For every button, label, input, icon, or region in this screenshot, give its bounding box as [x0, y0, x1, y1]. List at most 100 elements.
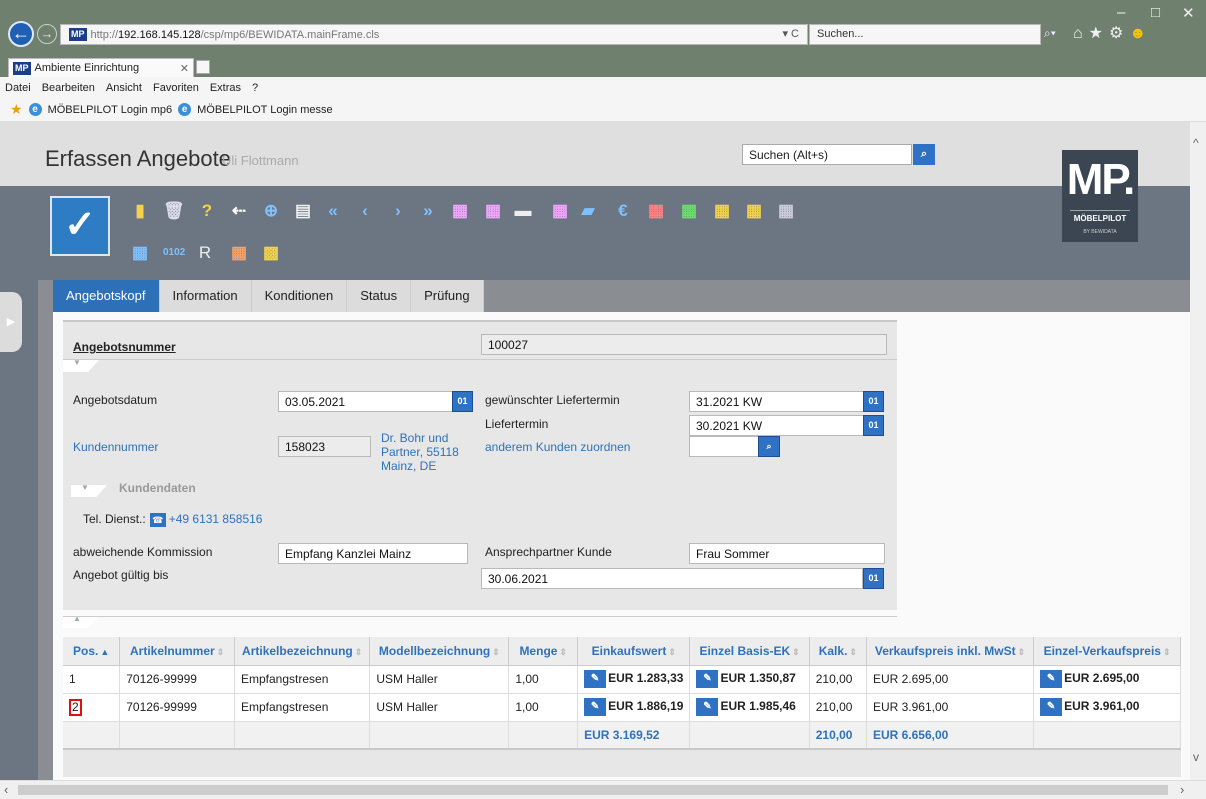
document-search-icon[interactable]: ▦ [483, 200, 503, 222]
menu-bearbeiten[interactable]: Bearbeiten [42, 82, 95, 94]
collapse-positions-toggle[interactable]: ▲ [63, 616, 99, 628]
edit-value-icon[interactable]: ✎ [584, 670, 607, 688]
menu-extras[interactable]: Extras [210, 82, 241, 94]
print-icon[interactable]: ▤ [293, 200, 313, 222]
document-list-icon[interactable]: ▦ [550, 200, 570, 222]
document-note-icon[interactable]: ▦ [744, 200, 764, 222]
menu-datei[interactable]: Datei [5, 82, 31, 94]
document-edit-icon[interactable]: ▦ [450, 200, 470, 222]
edit-value-icon[interactable]: ✎ [584, 698, 607, 716]
side-panel-toggle-icon[interactable]: ▶ [0, 292, 22, 352]
euro-invoice-icon[interactable]: € [613, 200, 633, 222]
anderer-kunde-search-icon[interactable]: ⌕ [758, 436, 780, 457]
collapse-header-toggle[interactable]: ▼ [63, 360, 99, 372]
edit-value-icon[interactable]: ✎ [696, 670, 719, 688]
menu-help[interactable]: ? [252, 82, 258, 94]
liefertermin-calendar-icon[interactable]: 01 [863, 415, 884, 436]
scroll-down-icon[interactable]: v [1193, 750, 1199, 764]
delete-trash-icon[interactable]: 🗑 [163, 200, 185, 222]
vertical-scrollbar[interactable]: ^ v [1190, 122, 1206, 780]
address-bar[interactable]: MP http://192.168.145.128/csp/mp6/BEWIDA… [60, 24, 808, 45]
home-icon[interactable]: ⌂ [1073, 25, 1089, 42]
wunsch-liefertermin-field[interactable]: 31.2021 KW [689, 391, 864, 412]
anderer-kunde-link[interactable]: anderem Kunden zuordnen [485, 440, 630, 454]
ansprechpartner-field[interactable]: Frau Sommer [689, 543, 885, 564]
favorites-star-icon[interactable]: ★ [1089, 25, 1109, 42]
scroll-left-icon[interactable]: ‹ [4, 782, 8, 797]
search-icon[interactable]: ⌕▾ [1044, 26, 1056, 41]
tab-angebotskopf[interactable]: Angebotskopf [53, 280, 160, 312]
scroll-up-icon[interactable]: ^ [1193, 136, 1199, 150]
angebotsdatum-field[interactable]: 03.05.2021 [278, 391, 453, 412]
col-einkaufswert[interactable]: Einkaufswert ⇕ [577, 637, 691, 666]
document-lock-icon[interactable]: ▦ [130, 242, 150, 264]
selected-pos-marker[interactable]: 2 [69, 698, 82, 716]
kunde-address-link[interactable]: Dr. Bohr und Partner, 55118 Mainz, DE [381, 431, 459, 473]
truck-delivery-icon[interactable]: ▰ [578, 200, 598, 222]
scroll-right-icon[interactable]: › [1180, 782, 1184, 797]
tab-pruefung[interactable]: Prüfung [411, 280, 484, 312]
col-menge[interactable]: Menge ⇕ [508, 637, 579, 666]
col-modellbezeichnung[interactable]: Modellbezeichnung ⇕ [369, 637, 510, 666]
gueltig-calendar-icon[interactable]: 01 [863, 568, 884, 589]
col-einzel-vk[interactable]: Einzel-Verkaufspreis ⇕ [1033, 637, 1181, 666]
app-search-button[interactable]: ⌕ [913, 144, 935, 165]
col-basis-ek[interactable]: Einzel Basis-EK ⇕ [689, 637, 810, 666]
close-window-icon[interactable]: ✕ [1182, 4, 1195, 22]
document-hand-icon[interactable]: ▦ [229, 242, 249, 264]
gueltig-field[interactable]: 30.06.2021 [481, 568, 863, 589]
document-card-icon[interactable]: ▬ [513, 200, 533, 222]
anderer-kunde-input[interactable] [689, 436, 759, 457]
col-vk-inkl[interactable]: Verkaufspreis inkl. MwSt ⇕ [866, 637, 1035, 666]
feedback-smiley-icon[interactable]: ☻ [1129, 25, 1152, 42]
edit-value-icon[interactable]: ✎ [1040, 698, 1063, 716]
undo-back-icon[interactable]: ⇠ [229, 200, 249, 222]
refresh-icon[interactable]: ▾ C [782, 27, 799, 40]
favorites-star-icon[interactable]: ★ [10, 101, 23, 118]
kommission-field[interactable]: Empfang Kanzlei Mainz [278, 543, 468, 564]
angebotsdatum-calendar-icon[interactable]: 01 [452, 391, 473, 412]
wunsch-liefertermin-calendar-icon[interactable]: 01 [863, 391, 884, 412]
favorite-link-mp6[interactable]: MÖBELPILOT Login mp6 [48, 104, 173, 116]
table-row[interactable]: 2 70126-99999 Empfangstresen USM Haller … [63, 693, 1181, 722]
last-record-icon[interactable]: » [418, 200, 438, 222]
tab-information[interactable]: Information [159, 280, 252, 312]
browser-tab[interactable]: MP Ambiente Einrichtung ✕ [8, 58, 194, 77]
col-kalk[interactable]: Kalk. ⇕ [809, 637, 867, 666]
favorite-link-messe[interactable]: MÖBELPILOT Login messe [197, 104, 333, 116]
first-record-icon[interactable]: « [323, 200, 343, 222]
col-artikelnummer[interactable]: Artikelnummer ⇕ [119, 637, 235, 666]
tab-konditionen[interactable]: Konditionen [251, 280, 348, 312]
gear-icon[interactable]: ⚙ [1109, 25, 1129, 42]
minimize-icon[interactable]: – [1117, 4, 1125, 21]
document-folder-icon[interactable]: ▦ [712, 200, 732, 222]
kundennummer-link[interactable]: Kundennummer [73, 440, 158, 454]
document-settings-icon[interactable]: ▦ [776, 200, 796, 222]
browser-search-input[interactable]: Suchen... [809, 24, 1041, 45]
translate-icon[interactable]: ▩ [261, 242, 281, 264]
edit-value-icon[interactable]: ✎ [1040, 670, 1063, 688]
table-row[interactable]: 1 70126-99999 Empfangstresen USM Haller … [63, 665, 1181, 694]
tab-close-icon[interactable]: ✕ [180, 62, 189, 75]
menu-ansicht[interactable]: Ansicht [106, 82, 142, 94]
back-arrow-icon[interactable]: ← [8, 21, 34, 47]
edit-value-icon[interactable]: ✎ [696, 698, 719, 716]
liefertermin-field[interactable]: 30.2021 KW [689, 415, 864, 436]
help-icon[interactable]: ? [197, 200, 217, 222]
forward-arrow-icon[interactable]: → [37, 24, 57, 44]
document-add-icon[interactable]: ▦ [679, 200, 699, 222]
col-pos[interactable]: Pos. ▲ [63, 637, 121, 666]
next-record-icon[interactable]: › [388, 200, 408, 222]
confirm-check-button[interactable]: ✓ [50, 196, 110, 256]
calendar-number-icon[interactable]: 0102 [163, 242, 185, 264]
tab-status[interactable]: Status [347, 280, 412, 312]
tel-link[interactable]: +49 6131 858516 [169, 512, 263, 526]
r-toolbar-button[interactable]: R [195, 242, 215, 264]
horizontal-scrollbar[interactable]: ‹ › [0, 780, 1206, 799]
open-folder-icon[interactable]: ▮ [130, 200, 150, 222]
search-record-icon[interactable]: ⊕ [261, 200, 281, 222]
phone-icon[interactable]: ☎ [149, 512, 166, 527]
app-search-input[interactable]: Suchen (Alt+s) [742, 144, 912, 165]
scroll-thumb[interactable] [18, 785, 1168, 795]
maximize-icon[interactable]: □ [1151, 4, 1160, 21]
